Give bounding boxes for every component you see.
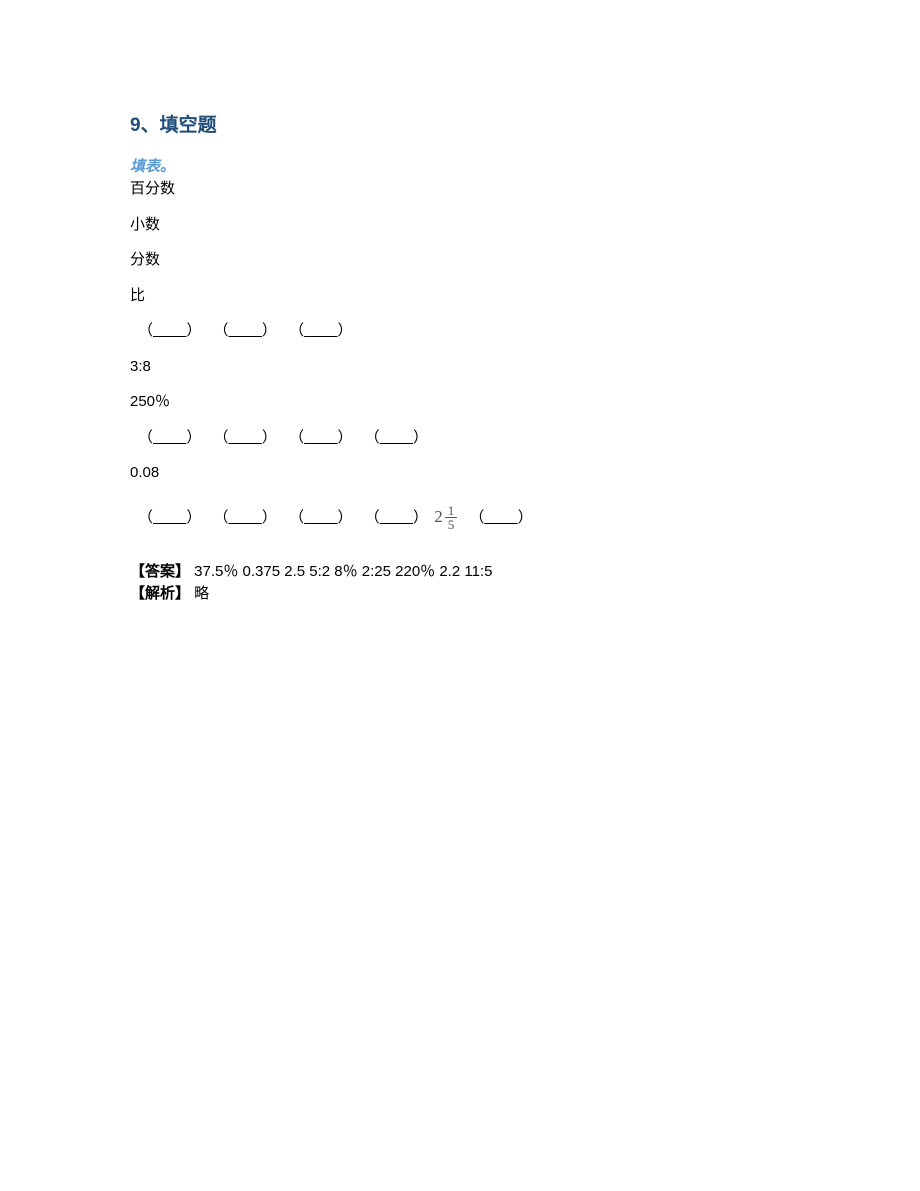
fraction-denominator: 5 [445, 518, 458, 531]
blank-3: （ ） [281, 320, 352, 343]
label-decimal: 小数 [130, 214, 790, 237]
blank-10: （ ） [281, 507, 352, 530]
question-title: 9、填空题 [130, 110, 790, 137]
blank-7: （ ） [357, 427, 428, 450]
blank-8: （ ） [130, 507, 201, 530]
answer-line: 【答案】 37.5％ 0.375 2.5 5:2 8％ 2:25 220％ 2.… [130, 561, 790, 584]
blank-4: （ ） [130, 427, 201, 450]
blank-11: （ ） [357, 507, 428, 530]
given-percent-1: 250％ [130, 391, 790, 414]
blank-1: （ ） [130, 320, 201, 343]
blank-5: （ ） [206, 427, 277, 450]
given-decimal-1: 0.08 [130, 462, 790, 485]
label-percent: 百分数 [130, 178, 790, 201]
blank-2: （ ） [206, 320, 277, 343]
answer-label: 【答案】 [130, 563, 190, 580]
analysis-text: 略 [190, 585, 209, 602]
given-ratio-1: 3:8 [130, 356, 790, 379]
mixed-fraction: 2 1 5 [432, 504, 457, 531]
question-subtitle: 填表。 [130, 155, 790, 176]
label-ratio: 比 [130, 285, 790, 308]
fraction-integer: 2 [434, 507, 443, 527]
label-fraction: 分数 [130, 249, 790, 272]
blank-12: （ ） [461, 507, 532, 530]
analysis-label: 【解析】 [130, 585, 190, 602]
fraction-part: 1 5 [445, 504, 458, 531]
blank-9: （ ） [206, 507, 277, 530]
blank-6: （ ） [281, 427, 352, 450]
answer-text: 37.5％ 0.375 2.5 5:2 8％ 2:25 220％ 2.2 11:… [190, 563, 492, 580]
fraction-numerator: 1 [445, 504, 458, 518]
analysis-line: 【解析】 略 [130, 583, 790, 606]
